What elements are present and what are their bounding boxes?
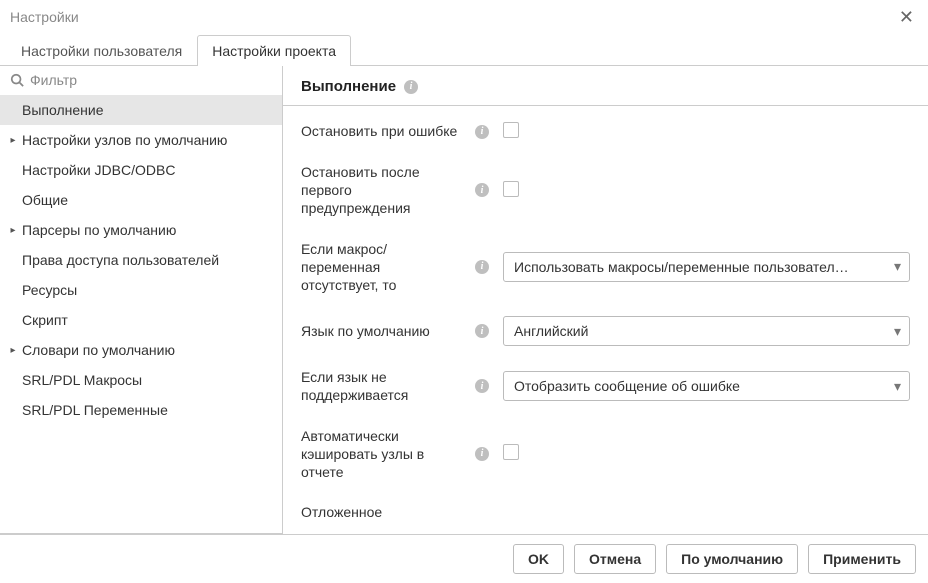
dropdown-value: Английский [514,323,588,339]
sidebar-item-label: Выполнение [20,102,103,118]
sidebar-item[interactable]: SRL/PDL Макросы [0,365,282,395]
panel-title: Выполнение [301,78,396,95]
label-stop-on-error: Остановить при ошибке [301,122,461,140]
dropdown-macro-missing[interactable]: Использовать макросы/переменные пользова… [503,252,910,282]
sidebar-item-label: Скрипт [20,312,68,328]
control: Английский ▾ [503,316,910,346]
tab-label: Настройки проекта [212,43,336,59]
tab-project-settings[interactable]: Настройки проекта [197,35,351,66]
filter-row[interactable]: Фильтр [0,66,282,95]
label-macro-missing: Если макрос/переменная отсутствует, то [301,240,461,295]
tree-caret-icon[interactable]: ▸ [8,135,18,146]
defaults-button[interactable]: По умолчанию [666,544,798,574]
chevron-down-icon: ▾ [894,323,901,340]
content-header: Выполнение i [283,66,928,106]
button-label: OK [528,551,549,567]
info-icon[interactable]: i [404,80,418,94]
content-panel: Выполнение i Остановить при ошибке i Ост… [283,66,928,534]
search-icon [10,73,24,87]
dialog-footer: OK Отмена По умолчанию Применить [0,534,928,583]
control [503,181,910,200]
sidebar-item-label: Ресурсы [20,282,77,298]
row-auto-cache: Автоматически кэшировать узлы в отчете i [301,427,910,482]
ok-button[interactable]: OK [513,544,564,574]
sidebar: Фильтр Выполнение▸Настройки узлов по умо… [0,66,283,534]
sidebar-item-label: Словари по умолчанию [20,342,175,358]
settings-scroll[interactable]: Остановить при ошибке i Остановить после… [283,106,928,534]
tab-label: Настройки пользователя [21,43,182,59]
sidebar-item[interactable]: Ресурсы [0,275,282,305]
checkbox-stop-after-warning[interactable] [503,181,519,197]
button-label: Применить [823,551,901,567]
control [503,444,910,463]
info-icon[interactable]: i [475,260,489,274]
control: Использовать макросы/переменные пользова… [503,252,910,282]
info-icon[interactable]: i [475,379,489,393]
apply-button[interactable]: Применить [808,544,916,574]
titlebar: Настройки ✕ [0,0,928,32]
label-stop-after-warning: Остановить после первого предупреждения [301,163,461,218]
row-stop-after-warning: Остановить после первого предупреждения … [301,163,910,218]
button-label: По умолчанию [681,551,783,567]
nav-tree: Выполнение▸Настройки узлов по умолчаниюН… [0,95,282,534]
sidebar-item[interactable]: ▸Словари по умолчанию [0,335,282,365]
info-icon[interactable]: i [475,324,489,338]
sidebar-item[interactable]: ▸Парсеры по умолчанию [0,215,282,245]
row-stop-on-error: Остановить при ошибке i [301,122,910,141]
sidebar-item-label: Права доступа пользователей [20,252,219,268]
sidebar-item[interactable]: ▸Настройки узлов по умолчанию [0,125,282,155]
sidebar-item[interactable]: Права доступа пользователей [0,245,282,275]
label-auto-cache: Автоматически кэшировать узлы в отчете [301,427,461,482]
label-deferred: Отложенное [301,503,461,521]
row-deferred: Отложенное [301,503,910,521]
dropdown-default-language[interactable]: Английский ▾ [503,316,910,346]
chevron-down-icon: ▾ [894,258,901,275]
info-icon[interactable]: i [475,125,489,139]
info-icon[interactable]: i [475,447,489,461]
control: Отобразить сообщение об ошибке ▾ [503,371,910,401]
close-icon[interactable]: ✕ [895,6,918,28]
checkbox-stop-on-error[interactable] [503,122,519,138]
row-macro-missing: Если макрос/переменная отсутствует, то i… [301,240,910,295]
tree-caret-icon[interactable]: ▸ [8,225,18,236]
sidebar-item-label: Настройки JDBC/ODBC [20,162,175,178]
row-language-unsupported: Если язык не поддерживается i Отобразить… [301,368,910,404]
sidebar-item-label: Парсеры по умолчанию [20,222,176,238]
label-default-language: Язык по умолчанию [301,322,461,340]
tabbar: Настройки пользователя Настройки проекта [0,32,928,66]
button-label: Отмена [589,551,641,567]
tab-user-settings[interactable]: Настройки пользователя [6,35,197,66]
dropdown-language-unsupported[interactable]: Отобразить сообщение об ошибке ▾ [503,371,910,401]
cancel-button[interactable]: Отмена [574,544,656,574]
sidebar-item[interactable]: Настройки JDBC/ODBC [0,155,282,185]
body: Фильтр Выполнение▸Настройки узлов по умо… [0,66,928,534]
checkbox-auto-cache[interactable] [503,444,519,460]
row-default-language: Язык по умолчанию i Английский ▾ [301,316,910,346]
chevron-down-icon: ▾ [894,378,901,395]
sidebar-item[interactable]: SRL/PDL Переменные [0,395,282,425]
sidebar-item[interactable]: Общие [0,185,282,215]
sidebar-item-label: Настройки узлов по умолчанию [20,132,227,148]
sidebar-item-label: Общие [20,192,68,208]
tree-caret-icon[interactable]: ▸ [8,345,18,356]
sidebar-item-label: SRL/PDL Макросы [20,372,142,388]
dropdown-value: Использовать макросы/переменные пользова… [514,259,849,275]
dropdown-value: Отобразить сообщение об ошибке [514,378,740,394]
window-title: Настройки [10,9,79,25]
control [503,122,910,141]
sidebar-item[interactable]: Скрипт [0,305,282,335]
label-language-unsupported: Если язык не поддерживается [301,368,461,404]
info-icon[interactable]: i [475,183,489,197]
sidebar-item[interactable]: Выполнение [0,95,282,125]
filter-placeholder: Фильтр [30,72,77,88]
sidebar-item-label: SRL/PDL Переменные [20,402,168,418]
